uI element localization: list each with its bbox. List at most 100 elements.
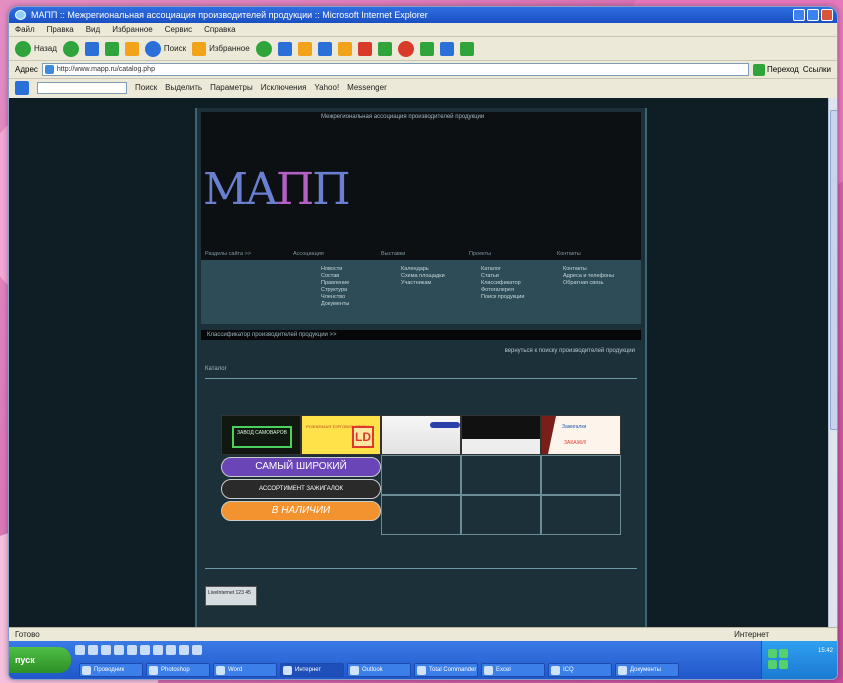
- task-button[interactable]: Word: [213, 663, 277, 677]
- search-button[interactable]: Поиск: [144, 40, 186, 57]
- menu-item[interactable]: Схема площадки: [401, 273, 445, 280]
- menu-item[interactable]: Каталог: [481, 266, 524, 273]
- menu-item[interactable]: Классификатор: [481, 280, 524, 287]
- toolbar-messenger-button[interactable]: Messenger: [347, 83, 387, 92]
- maximize-button[interactable]: [807, 9, 819, 21]
- research-icon[interactable]: [419, 41, 434, 56]
- task-button[interactable]: Outlook: [347, 663, 411, 677]
- stop-icon[interactable]: [84, 41, 99, 56]
- minimize-button[interactable]: [793, 9, 805, 21]
- vertical-scrollbar[interactable]: [828, 98, 837, 627]
- banner-samovar[interactable]: ЗАВОД САМОВАРОВ: [221, 415, 301, 455]
- menu-favorites[interactable]: Избранное: [112, 23, 153, 36]
- messenger-icon[interactable]: [377, 41, 392, 56]
- quicklaunch-icon[interactable]: [88, 645, 98, 655]
- scrollbar-thumb[interactable]: [830, 110, 837, 430]
- icq-icon[interactable]: [397, 40, 414, 57]
- print-icon[interactable]: [317, 41, 332, 56]
- quicklaunch-icon[interactable]: [114, 645, 124, 655]
- discuss-icon[interactable]: [357, 41, 372, 56]
- menu-item[interactable]: Правление: [321, 280, 349, 287]
- task-button[interactable]: ICQ: [548, 663, 612, 677]
- quicklaunch-icon[interactable]: [166, 645, 176, 655]
- menu-item[interactable]: Поиск продукции: [481, 294, 524, 301]
- tray-icon[interactable]: [768, 660, 777, 669]
- bluetooth-icon[interactable]: [439, 41, 454, 56]
- banner-pill-assortment[interactable]: АССОРТИМЕНТ ЗАЖИГАЛОК: [221, 479, 381, 499]
- menu-item[interactable]: Структура: [321, 287, 349, 294]
- start-button[interactable]: пуск: [9, 647, 71, 673]
- edit-icon[interactable]: [337, 41, 352, 56]
- menu-view[interactable]: Вид: [86, 23, 100, 36]
- quicklaunch-icon[interactable]: [75, 645, 85, 655]
- refresh-icon[interactable]: [104, 41, 119, 56]
- banner-lighters[interactable]: Зажигалки ЗАКАЖИ!: [541, 415, 621, 455]
- menu-tools[interactable]: Сервис: [165, 23, 192, 36]
- site-logo[interactable]: MAПП: [203, 164, 351, 215]
- banner-dark[interactable]: [461, 415, 541, 455]
- menu-item[interactable]: Адреса и телефоны: [563, 273, 614, 280]
- banner-pill-widest[interactable]: САМЫЙ ШИРОКИЙ: [221, 457, 381, 477]
- menu-item[interactable]: Новости: [321, 266, 349, 273]
- forward-arrow-icon[interactable]: [62, 40, 79, 57]
- close-button[interactable]: [821, 9, 833, 21]
- task-button[interactable]: Photoshop: [146, 663, 210, 677]
- quicklaunch-icon[interactable]: [179, 645, 189, 655]
- tray-icon[interactable]: [768, 649, 777, 658]
- menu-item[interactable]: Обратная связь: [563, 280, 614, 287]
- nav-exhibitions[interactable]: Выставки: [377, 251, 465, 257]
- toolbar-highlight-button[interactable]: Выделить: [165, 83, 202, 92]
- tray-icon[interactable]: [779, 660, 788, 669]
- menu-item[interactable]: Состав: [321, 273, 349, 280]
- task-button[interactable]: Total Commander: [414, 663, 478, 677]
- banner-ld[interactable]: РОЗНИЧНАЯ ТОРГОВЛЯ ОПТОМ LD: [301, 415, 381, 455]
- menu-item[interactable]: Фотогалерея: [481, 287, 524, 294]
- plugin-icon[interactable]: [459, 41, 474, 56]
- tray-icon[interactable]: [779, 649, 788, 658]
- menu-item[interactable]: Контакты: [563, 266, 614, 273]
- go-button[interactable]: Переход: [753, 63, 799, 76]
- title-bar[interactable]: МАПП :: Межрегиональная ассоциация произ…: [9, 7, 837, 23]
- nav-projects[interactable]: Проекты: [465, 251, 553, 257]
- toolbar-search-button[interactable]: Поиск: [135, 83, 157, 92]
- banner-white[interactable]: [381, 415, 461, 455]
- task-button[interactable]: Excel: [481, 663, 545, 677]
- menu-item[interactable]: Членство: [321, 294, 349, 301]
- liveinternet-counter[interactable]: LiveInternet 123 45: [205, 586, 257, 606]
- nav-association[interactable]: Ассоциация: [289, 251, 377, 257]
- nav-contacts[interactable]: Контакты: [553, 251, 641, 257]
- task-button[interactable]: Проводник: [79, 663, 143, 677]
- taskbar: пуск Проводник Photoshop Word Интернет O…: [9, 641, 837, 679]
- menu-item[interactable]: Документы: [321, 301, 349, 308]
- clock[interactable]: 15:42: [818, 647, 833, 656]
- history-icon[interactable]: [277, 41, 292, 56]
- quicklaunch-icon[interactable]: [140, 645, 150, 655]
- back-button[interactable]: Назад: [15, 40, 57, 57]
- menu-file[interactable]: Файл: [15, 23, 35, 36]
- media-icon[interactable]: [255, 40, 272, 57]
- menu-item[interactable]: Календарь: [401, 266, 445, 273]
- menu-help[interactable]: Справка: [204, 23, 235, 36]
- links-label[interactable]: Ссылки: [803, 65, 831, 74]
- toolbar-yahoo-button[interactable]: Yahoo!: [314, 83, 339, 92]
- quicklaunch-icon[interactable]: [101, 645, 111, 655]
- toolbar-search-input[interactable]: [37, 81, 127, 94]
- task-button-active[interactable]: Интернет: [280, 663, 344, 677]
- home-icon[interactable]: [124, 41, 139, 56]
- quicklaunch-icon[interactable]: [192, 645, 202, 655]
- back-to-search-link[interactable]: вернуться к поиску производителей продук…: [505, 348, 635, 354]
- banner-pill-in-stock[interactable]: В НАЛИЧИИ: [221, 501, 381, 521]
- mail-icon[interactable]: [297, 41, 312, 56]
- address-input[interactable]: http://www.mapp.ru/catalog.php: [41, 63, 750, 76]
- nav-sections[interactable]: Разделы сайта >>: [201, 251, 289, 257]
- menu-item[interactable]: Статьи: [481, 273, 524, 280]
- menu-edit[interactable]: Правка: [47, 23, 74, 36]
- menu-item[interactable]: Участникам: [401, 280, 445, 287]
- favorites-button[interactable]: Избранное: [192, 41, 250, 56]
- quicklaunch-icon[interactable]: [127, 645, 137, 655]
- task-button[interactable]: Документы: [615, 663, 679, 677]
- quicklaunch-icon[interactable]: [153, 645, 163, 655]
- breadcrumb[interactable]: Каталог: [205, 366, 227, 372]
- toolbar-options-button[interactable]: Параметры: [210, 83, 253, 92]
- toolbar-history-button[interactable]: Исключения: [261, 83, 307, 92]
